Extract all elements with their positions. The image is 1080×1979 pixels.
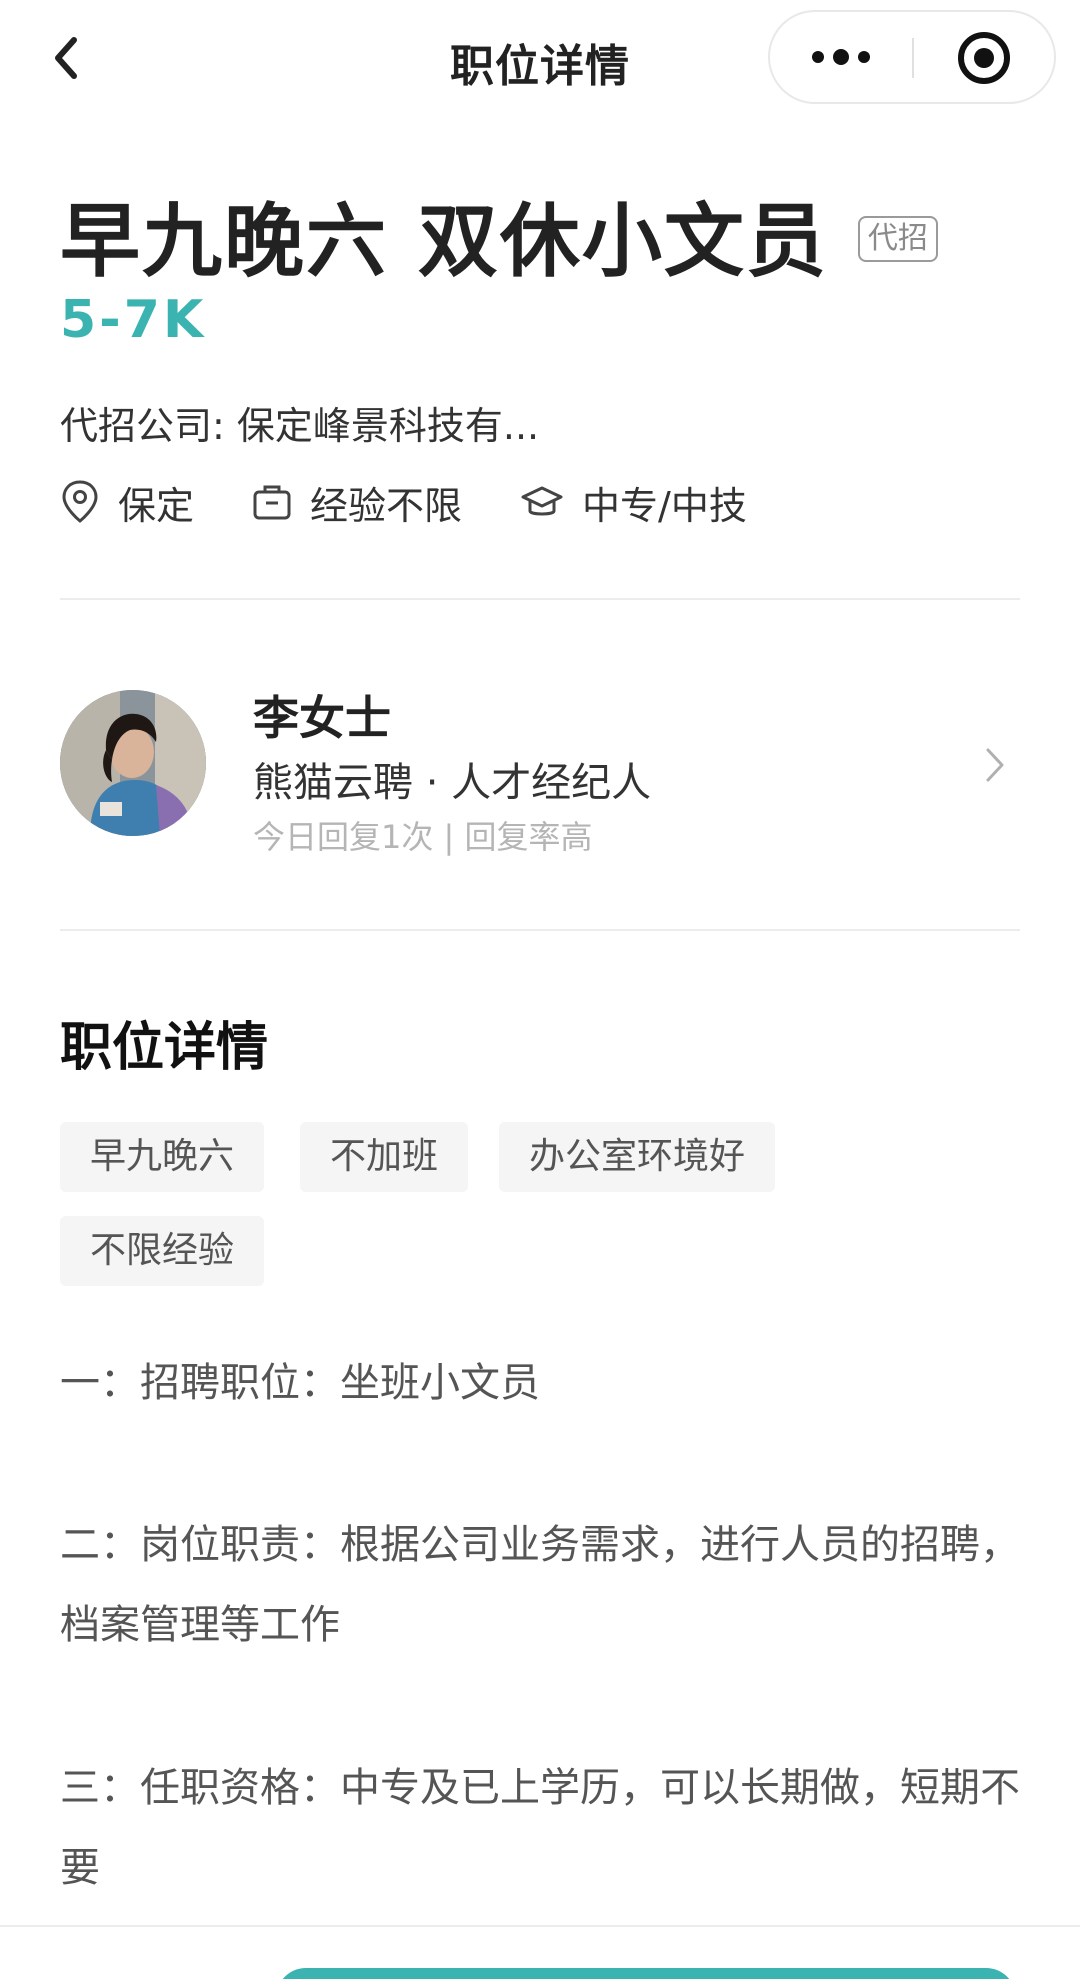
- bottom-bar-divider: [0, 1925, 1080, 1927]
- contact-button[interactable]: [276, 1968, 1016, 1979]
- section-divider: [60, 598, 1020, 600]
- recruiter-photo: [60, 690, 206, 836]
- more-dots-icon: [812, 49, 870, 65]
- description-paragraph: 一：招聘职位：坐班小文员: [60, 1360, 540, 1406]
- salary: 5-7K: [60, 290, 207, 350]
- job-meta-row: 保定 经验不限 中专/中技: [60, 472, 805, 532]
- company-name: 代招公司: 保定峰景科技有...: [60, 404, 540, 448]
- location-text: 保定: [118, 483, 195, 528]
- location-pin-icon: [62, 480, 98, 523]
- location-item: 保定: [60, 475, 194, 530]
- description-paragraph: 三：任职资格：中专及已上学历，可以长期做，短期不要: [60, 1765, 1020, 1891]
- education-item: 中专/中技: [520, 475, 747, 530]
- chevron-right-icon: [986, 748, 1004, 782]
- job-detail-page: 职位详情 早九晚六 双休小文员 代招 5-7K 代招公司: 保定峰景科技有...…: [0, 0, 1080, 1979]
- experience-item: 经验不限: [252, 475, 462, 530]
- job-title-row: 早九晚六 双休小文员 代招: [60, 185, 938, 288]
- benefit-tag: 办公室环境好: [499, 1122, 776, 1192]
- agency-badge: 代招: [857, 216, 938, 262]
- recruiter-name: 李女士: [253, 691, 391, 745]
- job-title: 早九晚六 双休小文员: [60, 195, 828, 288]
- benefit-tag: 早九晚六: [60, 1122, 265, 1192]
- target-close-icon: [958, 32, 1010, 84]
- briefcase-icon: [253, 485, 291, 520]
- recruiter-reply-stats: 今日回复1次 | 回复率高: [253, 818, 593, 856]
- graduation-cap-icon: [521, 486, 563, 516]
- education-text: 中专/中技: [582, 483, 747, 528]
- recruiter-card[interactable]: 李女士 熊猫云聘 · 人才经纪人 今日回复1次 | 回复率高: [60, 690, 1020, 856]
- top-nav-bar: 职位详情: [0, 0, 1080, 120]
- details-section-title: 职位详情: [60, 1018, 269, 1078]
- capsule-divider: [912, 38, 914, 78]
- mini-program-capsule: [768, 10, 1056, 104]
- experience-text: 经验不限: [310, 483, 463, 528]
- benefit-tag: 不加班: [300, 1122, 469, 1192]
- close-mini-program-button[interactable]: [916, 12, 1054, 102]
- description-paragraph: 二：岗位职责：根据公司业务需求，进行人员的招聘，档案管理等工作: [60, 1522, 1020, 1648]
- more-button[interactable]: [770, 12, 912, 102]
- section-divider: [60, 929, 1020, 931]
- avatar: [60, 690, 206, 836]
- recruiter-role: 熊猫云聘 · 人才经纪人: [253, 760, 652, 806]
- benefit-tag: 不限经验: [60, 1216, 265, 1286]
